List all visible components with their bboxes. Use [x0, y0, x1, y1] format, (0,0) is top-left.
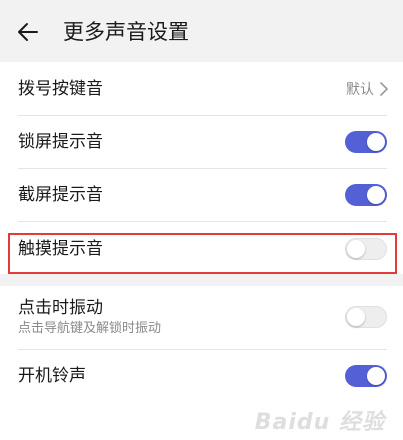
tap-vibration-toggle[interactable]	[345, 306, 387, 328]
setting-title: 触摸提示音	[18, 239, 103, 259]
setting-row-dialpad-tone[interactable]: 拨号按键音 默认	[0, 62, 403, 115]
page-title: 更多声音设置	[63, 20, 189, 44]
toggle-knob	[367, 186, 385, 204]
setting-row-tap-vibration[interactable]: 点击时振动 点击导航键及解锁时振动	[0, 286, 403, 348]
toggle-knob	[347, 240, 365, 258]
setting-row-boot-ringtone[interactable]: 开机铃声	[0, 350, 403, 402]
section-gap	[0, 274, 403, 286]
toggle-knob	[367, 133, 385, 151]
arrow-left-icon	[18, 23, 38, 41]
screenshot-tone-toggle[interactable]	[345, 184, 387, 206]
setting-title: 锁屏提示音	[18, 132, 103, 152]
setting-title: 点击时振动	[18, 298, 103, 318]
chevron-right-icon	[380, 82, 388, 96]
app-header: 更多声音设置	[0, 0, 403, 62]
setting-row-touch-tone[interactable]: 触摸提示音	[0, 222, 403, 274]
toggle-knob	[347, 308, 365, 326]
toggle-knob	[367, 367, 385, 385]
dialpad-tone-value[interactable]: 默认	[346, 79, 389, 99]
setting-title: 截屏提示音	[18, 185, 103, 205]
setting-title: 拨号按键音	[18, 79, 103, 99]
setting-row-screenshot-tone[interactable]: 截屏提示音	[0, 169, 403, 221]
setting-subtitle: 点击导航键及解锁时振动	[18, 321, 162, 336]
boot-ringtone-toggle[interactable]	[345, 365, 387, 387]
setting-title: 开机铃声	[18, 366, 86, 386]
watermark: Baidu 经验	[254, 410, 385, 435]
touch-tone-toggle[interactable]	[345, 238, 387, 260]
lock-tone-toggle[interactable]	[345, 131, 387, 153]
back-button[interactable]	[14, 18, 42, 46]
setting-row-lock-tone[interactable]: 锁屏提示音	[0, 116, 403, 168]
setting-value: 默认	[346, 82, 374, 98]
